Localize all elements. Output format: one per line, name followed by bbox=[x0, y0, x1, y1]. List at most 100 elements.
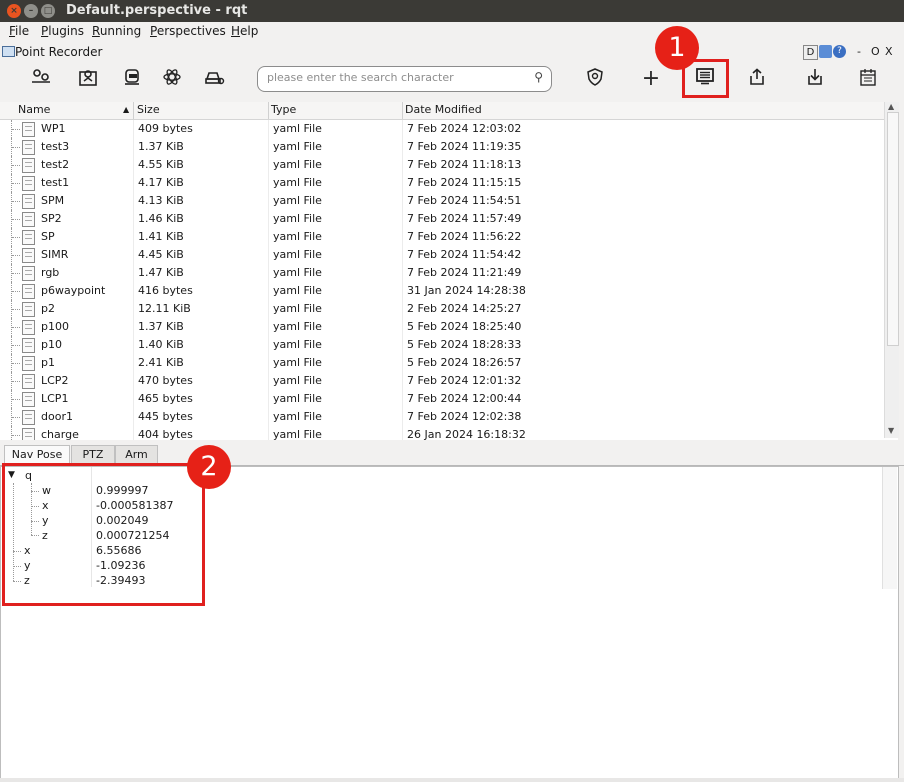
tab-arm[interactable]: Arm bbox=[115, 445, 158, 465]
tree-branch-line bbox=[11, 120, 20, 138]
window-title: Default.perspective - rqt bbox=[66, 3, 248, 18]
cell-type: yaml File bbox=[273, 392, 322, 405]
toolbar: ⚲ + bbox=[0, 61, 904, 101]
import-icon[interactable] bbox=[801, 67, 829, 91]
table-row[interactable]: p1 2.41 KiB yaml File 5 Feb 2024 18:26:57 bbox=[0, 354, 884, 372]
cell-type: yaml File bbox=[273, 212, 322, 225]
cell-type: yaml File bbox=[273, 248, 322, 261]
table-row[interactable]: rgb 1.47 KiB yaml File 7 Feb 2024 11:21:49 bbox=[0, 264, 884, 282]
menu-plugins[interactable]: Plugins bbox=[41, 24, 84, 38]
cell-size: 1.40 KiB bbox=[138, 338, 184, 351]
cell-name: SPM bbox=[41, 194, 65, 207]
table-row[interactable]: p100 1.37 KiB yaml File 5 Feb 2024 18:25:40 bbox=[0, 318, 884, 336]
plugin-close-button[interactable]: X bbox=[885, 45, 893, 58]
title-bar: × – □ Default.perspective - rqt bbox=[0, 0, 904, 22]
cell-type: yaml File bbox=[273, 338, 322, 351]
robot-dock-icon[interactable] bbox=[118, 67, 146, 91]
scrollbar-thumb[interactable] bbox=[887, 112, 899, 346]
cell-date-modified: 5 Feb 2024 18:25:40 bbox=[407, 320, 522, 333]
cell-date-modified: 7 Feb 2024 11:54:51 bbox=[407, 194, 522, 207]
table-row[interactable]: test3 1.37 KiB yaml File 7 Feb 2024 11:19:3… bbox=[0, 138, 884, 156]
pose-scrollbar[interactable] bbox=[882, 467, 897, 589]
window-close-button[interactable]: × bbox=[7, 4, 21, 18]
table-row[interactable]: SP2 1.46 KiB yaml File 7 Feb 2024 11:57:49 bbox=[0, 210, 884, 228]
table-row[interactable]: p6waypoint 416 bytes yaml File 31 Jan 2024 … bbox=[0, 282, 884, 300]
table-row[interactable]: WP1 409 bytes yaml File 7 Feb 2024 12:03:02 bbox=[0, 120, 884, 138]
reload-icon[interactable] bbox=[819, 45, 832, 58]
header-date-modified[interactable]: Date Modified bbox=[405, 103, 482, 116]
cell-type: yaml File bbox=[273, 122, 322, 135]
cell-size: 1.41 KiB bbox=[138, 230, 184, 243]
help-icon[interactable]: ? bbox=[833, 45, 846, 58]
file-icon bbox=[22, 428, 35, 440]
plugin-dock-button[interactable]: D bbox=[803, 45, 818, 60]
cell-date-modified: 7 Feb 2024 11:56:22 bbox=[407, 230, 522, 243]
table-row[interactable]: door1 445 bytes yaml File 7 Feb 2024 12:02:… bbox=[0, 408, 884, 426]
header-type[interactable]: Type bbox=[271, 103, 296, 116]
table-row[interactable]: p10 1.40 KiB yaml File 5 Feb 2024 18:28:33 bbox=[0, 336, 884, 354]
tab-ptz[interactable]: PTZ bbox=[71, 445, 115, 465]
menu-bar: File Plugins Running Perspectives Help bbox=[0, 22, 904, 41]
add-icon[interactable]: + bbox=[637, 67, 665, 91]
cell-size: 2.41 KiB bbox=[138, 356, 184, 369]
robot-settings-icon[interactable] bbox=[27, 67, 55, 91]
cell-type: yaml File bbox=[273, 284, 322, 297]
status-bar bbox=[0, 778, 904, 782]
cell-date-modified: 7 Feb 2024 11:15:15 bbox=[407, 176, 522, 189]
shield-icon[interactable] bbox=[581, 67, 609, 91]
atom-icon[interactable] bbox=[158, 67, 186, 91]
map-pin-icon[interactable] bbox=[74, 67, 102, 91]
cell-type: yaml File bbox=[273, 320, 322, 333]
window-minimize-button[interactable]: – bbox=[24, 4, 38, 18]
tree-branch-line bbox=[11, 138, 20, 156]
tree-branch-line bbox=[11, 228, 20, 246]
table-row[interactable]: test2 4.55 KiB yaml File 7 Feb 2024 11:18:1… bbox=[0, 156, 884, 174]
file-icon bbox=[22, 356, 35, 371]
export-icon[interactable] bbox=[743, 67, 771, 91]
plugin-minimize-button[interactable]: - bbox=[857, 45, 861, 58]
search-icon[interactable]: ⚲ bbox=[534, 70, 543, 84]
menu-help[interactable]: Help bbox=[231, 24, 258, 38]
cell-size: 1.37 KiB bbox=[138, 140, 184, 153]
tree-branch-line bbox=[11, 354, 20, 372]
file-icon bbox=[22, 176, 35, 191]
cell-name: LCP1 bbox=[41, 392, 69, 405]
table-row[interactable]: SP 1.41 KiB yaml File 7 Feb 2024 11:56:22 bbox=[0, 228, 884, 246]
cell-size: 445 bytes bbox=[138, 410, 193, 423]
header-name[interactable]: Name bbox=[18, 103, 50, 116]
cell-name: WP1 bbox=[41, 122, 66, 135]
cell-size: 4.17 KiB bbox=[138, 176, 184, 189]
table-row[interactable]: LCP1 465 bytes yaml File 7 Feb 2024 12:00:4… bbox=[0, 390, 884, 408]
calendar-icon[interactable] bbox=[854, 67, 882, 91]
cell-date-modified: 31 Jan 2024 14:28:38 bbox=[407, 284, 526, 297]
cell-date-modified: 7 Feb 2024 12:03:02 bbox=[407, 122, 522, 135]
cell-size: 465 bytes bbox=[138, 392, 193, 405]
table-row[interactable]: p2 12.11 KiB yaml File 2 Feb 2024 14:25:27 bbox=[0, 300, 884, 318]
window-maximize-button[interactable]: □ bbox=[41, 4, 55, 18]
scroll-up-arrow[interactable]: ▲ bbox=[888, 102, 894, 111]
menu-perspectives[interactable]: Perspectives bbox=[150, 24, 226, 38]
cell-size: 416 bytes bbox=[138, 284, 193, 297]
vehicle-icon[interactable] bbox=[200, 67, 228, 91]
search-box[interactable]: ⚲ bbox=[257, 66, 552, 92]
cell-size: 470 bytes bbox=[138, 374, 193, 387]
cell-name: SP2 bbox=[41, 212, 62, 225]
cell-date-modified: 5 Feb 2024 18:28:33 bbox=[407, 338, 522, 351]
file-table-scrollbar[interactable]: ▲ ▼ bbox=[884, 102, 899, 438]
highlight-box-2 bbox=[2, 463, 205, 606]
table-row[interactable]: LCP2 470 bytes yaml File 7 Feb 2024 12:01:3… bbox=[0, 372, 884, 390]
table-row[interactable]: SIMR 4.45 KiB yaml File 7 Feb 2024 11:54:42 bbox=[0, 246, 884, 264]
table-row[interactable]: test1 4.17 KiB yaml File 7 Feb 2024 11:15:1… bbox=[0, 174, 884, 192]
table-row[interactable]: SPM 4.13 KiB yaml File 7 Feb 2024 11:54:51 bbox=[0, 192, 884, 210]
file-icon bbox=[22, 230, 35, 245]
menu-running[interactable]: Running bbox=[92, 24, 141, 38]
header-size[interactable]: Size bbox=[137, 103, 160, 116]
file-table: Name ▲ Size Type Date Modified WP1 409 by… bbox=[0, 102, 898, 440]
plugin-float-button[interactable]: O bbox=[871, 45, 880, 58]
table-row[interactable]: charge 404 bytes yaml File 26 Jan 2024 16:1… bbox=[0, 426, 884, 440]
cell-name: test1 bbox=[41, 176, 70, 189]
file-icon bbox=[22, 158, 35, 173]
search-input[interactable] bbox=[267, 71, 517, 84]
menu-file[interactable]: File bbox=[9, 24, 29, 38]
scroll-down-arrow[interactable]: ▼ bbox=[888, 426, 894, 435]
